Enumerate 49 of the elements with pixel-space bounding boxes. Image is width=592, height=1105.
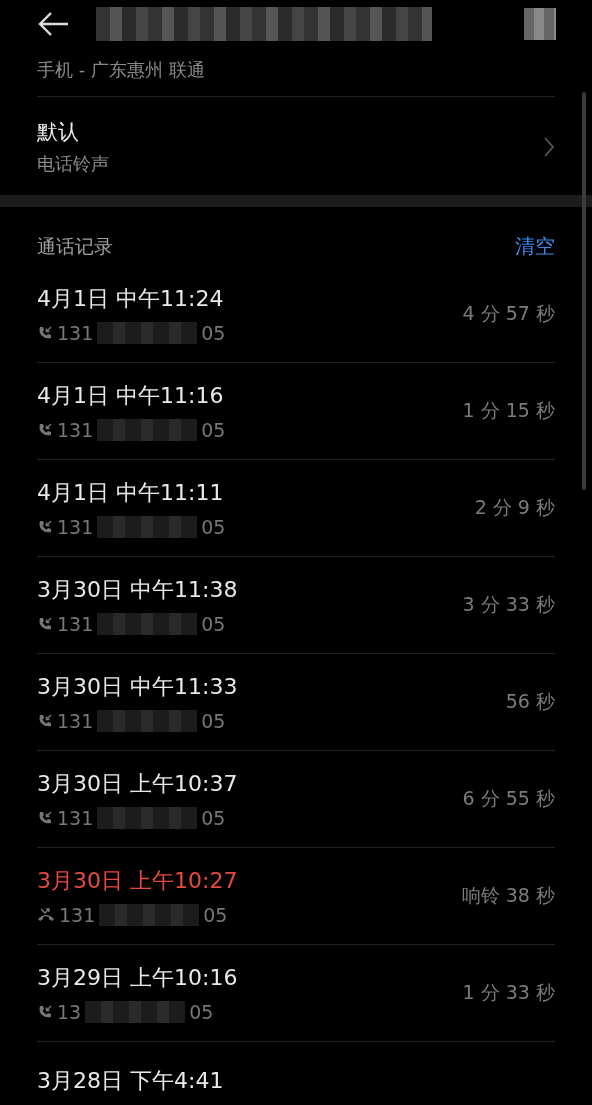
chevron-right-icon[interactable]	[543, 136, 555, 158]
incoming-call-icon	[37, 713, 53, 729]
number-start: 131	[57, 807, 94, 829]
number-start: 131	[57, 322, 94, 344]
call-duration: 1 分 33 秒	[462, 980, 555, 1005]
call-duration: 56 秒	[505, 689, 555, 714]
call-duration: 1 分 15 秒	[462, 398, 555, 423]
call-time[interactable]: 3月29日 上午10:16	[37, 963, 238, 993]
call-duration: 2 分 9 秒	[474, 495, 555, 520]
number-end: 05	[189, 1001, 214, 1023]
call-duration: 3 分 33 秒	[462, 592, 555, 617]
number-end: 05	[201, 807, 226, 829]
ringtone-label: 电话铃声	[37, 152, 109, 176]
call-duration: 4 分 57 秒	[462, 301, 555, 326]
number-end: 05	[203, 904, 228, 926]
missed-call-icon	[37, 907, 55, 923]
call-time[interactable]: 4月1日 中午11:24	[37, 284, 226, 314]
number-end: 05	[201, 710, 226, 732]
number-start: 131	[57, 710, 94, 732]
incoming-call-icon	[37, 1004, 53, 1020]
section-title: 通话记录	[37, 233, 113, 259]
incoming-call-icon	[37, 810, 53, 826]
redacted-icon	[524, 8, 556, 40]
incoming-call-icon	[37, 616, 53, 632]
incoming-call-icon	[37, 422, 53, 438]
number-start: 131	[57, 516, 94, 538]
incoming-call-icon	[37, 519, 53, 535]
incoming-call-icon	[37, 325, 53, 341]
number-start: 131	[57, 613, 94, 635]
ringtone-value[interactable]: 默认	[37, 118, 109, 146]
call-time[interactable]: 3月30日 中午11:38	[37, 575, 238, 605]
call-time[interactable]: 3月30日 上午10:37	[37, 769, 238, 799]
number-end: 05	[201, 613, 226, 635]
number-start: 131	[57, 419, 94, 441]
call-duration: 响铃 38 秒	[461, 883, 555, 908]
number-end: 05	[201, 516, 226, 538]
number-end: 05	[201, 322, 226, 344]
call-time[interactable]: 3月30日 上午10:27	[37, 866, 238, 896]
number-start: 131	[59, 904, 96, 926]
number-start: 13	[57, 1001, 82, 1023]
location-text: 手机 - 广东惠州 联通	[37, 48, 555, 97]
number-end: 05	[201, 419, 226, 441]
clear-button[interactable]: 清空	[515, 233, 555, 260]
call-time[interactable]: 3月30日 中午11:33	[37, 672, 238, 702]
call-time[interactable]: 4月1日 中午11:11	[37, 478, 226, 508]
call-time[interactable]: 3月28日 下午4:41	[37, 1066, 224, 1096]
call-time[interactable]: 4月1日 中午11:16	[37, 381, 226, 411]
call-duration: 6 分 55 秒	[462, 786, 555, 811]
back-icon[interactable]	[38, 11, 70, 37]
